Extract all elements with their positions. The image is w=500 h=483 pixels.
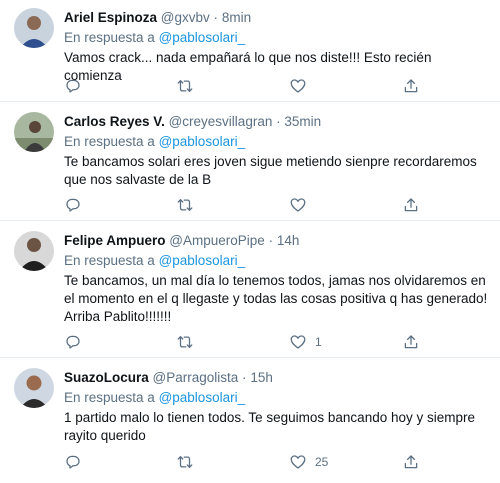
tweet[interactable]: Carlos Reyes V. @creyesvillagran · 35min… [0, 102, 500, 221]
separator-dot: · [268, 233, 274, 248]
timestamp[interactable]: 15h [250, 370, 273, 385]
timestamp[interactable]: 8min [222, 10, 251, 25]
reply-prefix: En respuesta a [64, 390, 155, 405]
mention-link[interactable]: @pablosolari_ [159, 390, 246, 405]
tweet[interactable]: Ariel Espinoza @gxvbv · 8min En respuest… [0, 0, 500, 102]
avatar[interactable] [14, 231, 54, 271]
reply-icon [66, 455, 80, 469]
share-button[interactable] [402, 452, 420, 472]
retweet-button[interactable] [176, 332, 194, 352]
heart-icon [290, 455, 306, 469]
reply-context: En respuesta a @pablosolari_ [64, 251, 490, 270]
retweet-icon [177, 336, 193, 348]
tweet-header: SuazoLocura @Parragolista · 15h [64, 368, 490, 388]
timestamp[interactable]: 35min [284, 114, 321, 129]
share-icon [404, 198, 418, 212]
share-button[interactable] [402, 332, 420, 352]
author-handle[interactable]: @Parragolista [153, 370, 239, 385]
mention-link[interactable]: @pablosolari_ [159, 134, 246, 149]
like-count: 1 [315, 335, 322, 349]
author-name[interactable]: Felipe Ampuero [64, 233, 166, 248]
action-bar [64, 195, 464, 215]
author-name[interactable]: Carlos Reyes V. [64, 114, 165, 129]
like-button[interactable] [289, 76, 315, 96]
avatar[interactable] [14, 8, 54, 48]
tweet[interactable]: Felipe Ampuero @AmpueroPipe · 14h En res… [0, 221, 500, 358]
reply-prefix: En respuesta a [64, 30, 155, 45]
share-button[interactable] [402, 76, 420, 96]
heart-icon [290, 198, 306, 212]
tweet[interactable]: SuazoLocura @Parragolista · 15h En respu… [0, 358, 500, 483]
heart-icon [290, 79, 306, 93]
retweet-button[interactable] [176, 452, 194, 472]
avatar[interactable] [14, 368, 54, 408]
separator-dot: · [276, 114, 281, 129]
reply-context: En respuesta a @pablosolari_ [64, 388, 490, 407]
tweet-text: Te bancamos, un mal día lo tenemos todos… [64, 273, 488, 324]
reply-prefix: En respuesta a [64, 253, 155, 268]
heart-icon [290, 335, 306, 349]
share-button[interactable] [402, 195, 420, 215]
tweet-header: Felipe Ampuero @AmpueroPipe · 14h [64, 231, 490, 251]
reply-context: En respuesta a @pablosolari_ [64, 132, 490, 151]
reply-context: En respuesta a @pablosolari_ [64, 28, 490, 47]
reply-icon [66, 198, 80, 212]
like-button[interactable]: 1 [289, 332, 322, 352]
author-handle[interactable]: @AmpueroPipe [169, 233, 265, 248]
reply-button[interactable] [64, 332, 82, 352]
retweet-icon [177, 456, 193, 468]
share-icon [404, 79, 418, 93]
reply-button[interactable] [64, 76, 82, 96]
action-bar: 25 [64, 452, 464, 472]
action-bar: 1 [64, 332, 464, 352]
separator-dot: · [213, 10, 219, 25]
tweet-text: 1 partido malo lo tienen todos. Te segui… [64, 410, 475, 443]
mention-link[interactable]: @pablosolari_ [159, 30, 246, 45]
author-handle[interactable]: @creyesvillagran [169, 114, 273, 129]
tweet-header: Ariel Espinoza @gxvbv · 8min [64, 8, 490, 28]
tweet-text: Te bancamos solari eres joven sigue meti… [64, 154, 477, 187]
avatar[interactable] [14, 112, 54, 152]
author-name[interactable]: Ariel Espinoza [64, 10, 157, 25]
mention-link[interactable]: @pablosolari_ [159, 253, 246, 268]
separator-dot: · [242, 370, 247, 385]
retweet-button[interactable] [176, 195, 194, 215]
timestamp[interactable]: 14h [277, 233, 300, 248]
reply-prefix: En respuesta a [64, 134, 155, 149]
reply-button[interactable] [64, 452, 82, 472]
share-icon [404, 455, 418, 469]
retweet-icon [177, 80, 193, 92]
reply-icon [66, 335, 80, 349]
like-count: 25 [315, 455, 329, 469]
reply-button[interactable] [64, 195, 82, 215]
retweet-button[interactable] [176, 76, 194, 96]
share-icon [404, 335, 418, 349]
author-name[interactable]: SuazoLocura [64, 370, 149, 385]
tweet-header: Carlos Reyes V. @creyesvillagran · 35min [64, 112, 490, 132]
like-button[interactable]: 25 [289, 452, 328, 472]
like-button[interactable] [289, 195, 315, 215]
author-handle[interactable]: @gxvbv [161, 10, 210, 25]
retweet-icon [177, 199, 193, 211]
reply-icon [66, 79, 80, 93]
action-bar [64, 76, 464, 96]
